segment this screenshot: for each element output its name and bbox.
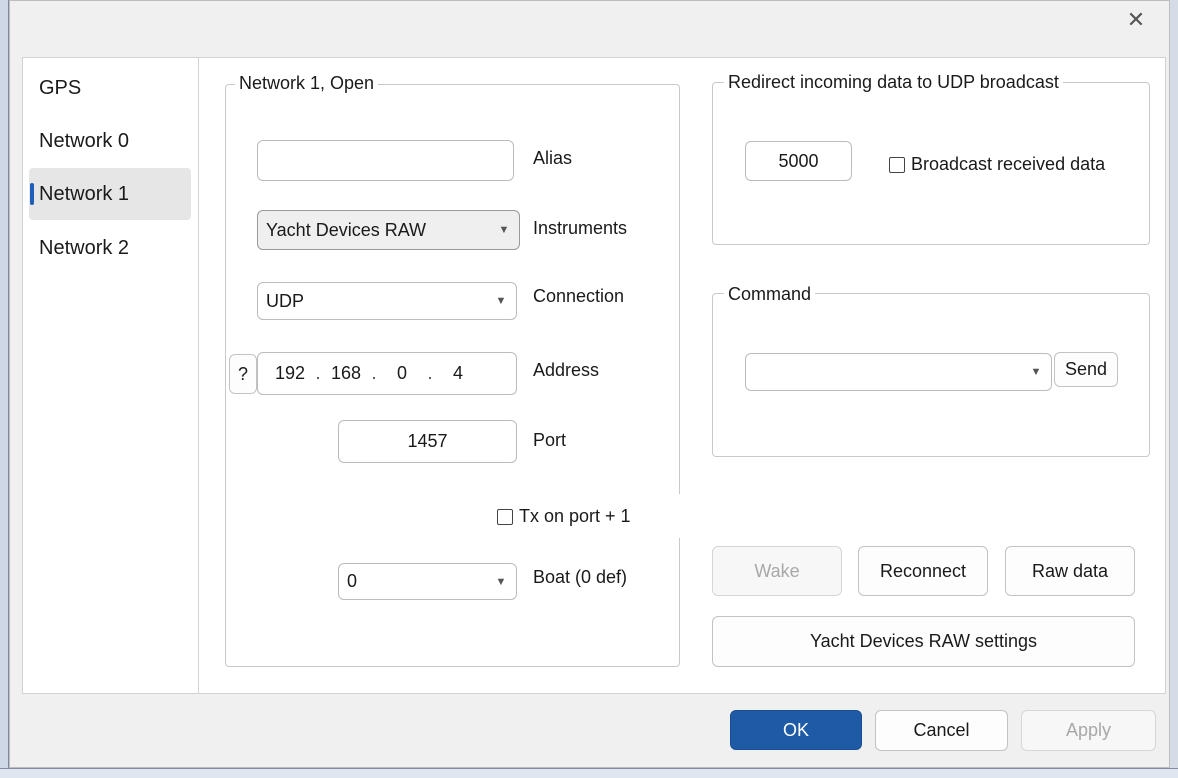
sidebar-item-label: Network 2 — [39, 236, 130, 259]
connection-label: Connection — [533, 286, 625, 306]
checkbox-box — [889, 156, 905, 173]
chevron-down-icon: ▼ — [1030, 366, 1042, 378]
alias-label: Alias — [533, 148, 573, 168]
redirect-group-title: Redirect incoming data to UDP broadcast — [724, 72, 1063, 93]
port-label: Port — [533, 430, 567, 450]
sidebar-item-network-0[interactable]: Network 0 — [29, 115, 191, 167]
checkbox-box — [497, 508, 513, 525]
sidebar-item-network-1[interactable]: Network 1 — [29, 168, 191, 220]
close-icon[interactable]: ✕ — [1118, 4, 1154, 36]
address-octet-1: 192 — [274, 363, 306, 383]
raw-data-button[interactable]: Raw data — [1005, 546, 1135, 596]
address-separator: . — [315, 363, 321, 383]
alias-field[interactable] — [257, 140, 514, 181]
yacht-devices-settings-button[interactable]: Yacht Devices RAW settings — [712, 616, 1135, 667]
address-octet-2: 168 — [330, 363, 362, 383]
selection-indicator — [30, 183, 34, 205]
address-separator: . — [427, 363, 433, 383]
background-app-left-edge — [0, 0, 9, 778]
instruments-select[interactable]: Yacht Devices RAW ▼ — [257, 210, 520, 250]
address-field[interactable]: 192 . 168 . 0 . 4 — [257, 352, 517, 395]
boat-value: 0 — [347, 571, 358, 591]
port-field[interactable]: 1457 — [338, 420, 517, 463]
broadcast-port-field[interactable]: 5000 — [745, 141, 852, 181]
connection-value: UDP — [266, 290, 305, 311]
send-button[interactable]: Send — [1054, 352, 1118, 387]
chevron-down-icon: ▼ — [495, 575, 507, 588]
tx-port-label: Tx on port + 1 — [519, 506, 631, 526]
background-app-bottom-edge — [0, 768, 1178, 778]
sidebar-item-label: Network 0 — [39, 129, 130, 152]
address-separator: . — [371, 363, 377, 383]
instruments-value: Yacht Devices RAW — [266, 219, 427, 240]
command-select[interactable]: ▼ — [745, 353, 1052, 391]
broadcast-checkbox[interactable]: Broadcast received data — [889, 154, 1105, 175]
tx-port-checkbox[interactable]: Tx on port + 1 — [497, 506, 631, 527]
address-octet-3: 0 — [396, 363, 407, 383]
boat-label: Boat (0 def) — [533, 567, 628, 587]
ok-button[interactable]: OK — [730, 710, 862, 750]
network-group-title: Network 1, Open — [235, 73, 379, 94]
address-help-button[interactable]: ? — [229, 354, 257, 394]
instruments-label: Instruments — [533, 218, 628, 238]
boat-select[interactable]: 0 ▼ — [338, 563, 517, 600]
sidebar-item-network-2[interactable]: Network 2 — [29, 222, 191, 274]
sidebar-item-label: GPS — [39, 76, 82, 99]
chevron-down-icon: ▼ — [495, 295, 507, 307]
command-group-title: Command — [724, 284, 816, 305]
connection-select[interactable]: UDP ▼ — [257, 282, 517, 320]
broadcast-label: Broadcast received data — [911, 154, 1106, 174]
address-label: Address — [533, 360, 600, 380]
apply-button[interactable]: Apply — [1021, 710, 1156, 751]
sidebar: GPS Network 0 Network 1 Network 2 — [23, 58, 199, 693]
wake-button[interactable]: Wake — [712, 546, 842, 596]
sidebar-item-label: Network 1 — [39, 182, 130, 205]
chevron-down-icon: ▼ — [498, 224, 510, 236]
reconnect-button[interactable]: Reconnect — [858, 546, 988, 596]
cancel-button[interactable]: Cancel — [875, 710, 1008, 751]
background-app-right-edge — [1170, 0, 1178, 778]
sidebar-item-gps[interactable]: GPS — [29, 62, 191, 114]
address-octet-4: 4 — [452, 363, 463, 383]
